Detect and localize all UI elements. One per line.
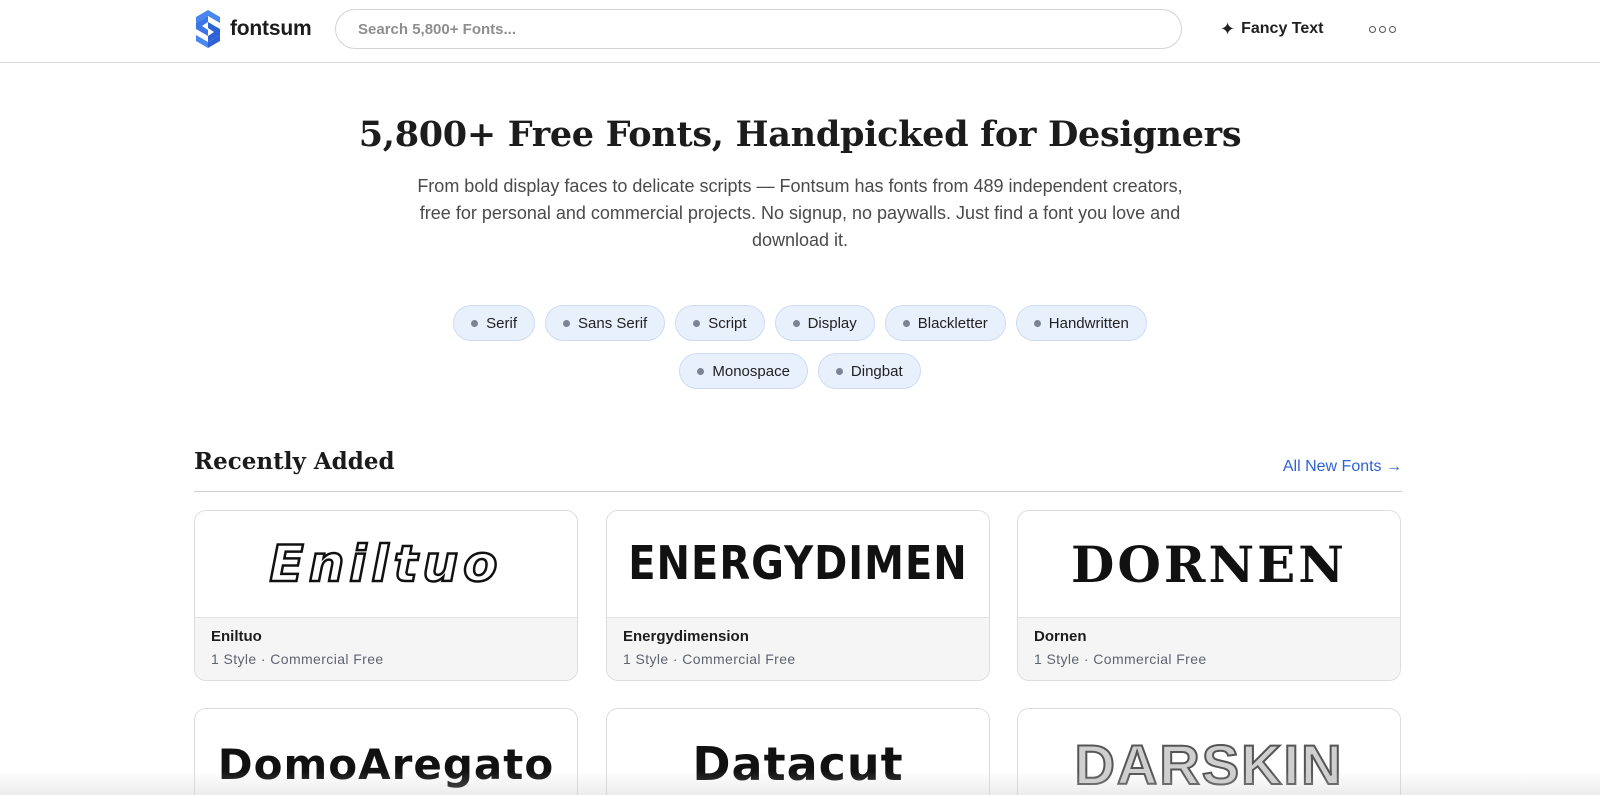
font-preview: Datacut	[607, 709, 989, 795]
more-dots-icon	[1368, 25, 1376, 33]
font-name: Dornen	[1034, 628, 1087, 645]
dot-icon	[835, 367, 843, 375]
font-preview: DARSKIN	[1018, 709, 1400, 795]
font-preview: DomoAregato	[195, 709, 577, 795]
category-pills: Serif Sans Serif Script Display Blacklet…	[420, 305, 1180, 389]
more-dots-icon	[1388, 25, 1396, 33]
dot-icon	[1033, 319, 1041, 327]
font-card-info: Energydimension 1 Style · Commercial Fre…	[607, 617, 989, 680]
font-meta: 1 Style · Commercial Free	[1034, 651, 1207, 667]
more-menu-button[interactable]	[1368, 18, 1396, 40]
dot-icon	[563, 319, 571, 327]
category-pill-label: Dingbat	[850, 362, 903, 380]
font-preview-text: DORNEN	[1071, 534, 1347, 594]
category-pill-serif[interactable]: Serif	[453, 305, 536, 341]
dot-icon	[792, 319, 800, 327]
category-pill-monospace[interactable]: Monospace	[679, 353, 808, 389]
section-divider	[194, 491, 1402, 492]
font-preview-text: ENERGYDIMEN	[628, 537, 968, 591]
category-pill-label: Handwritten	[1048, 314, 1129, 332]
fontsum-logo[interactable]: fontsum	[194, 9, 312, 49]
font-card-dornen[interactable]: DORNEN Dornen 1 Style · Commercial Free	[1017, 510, 1401, 681]
category-pill-dingbat[interactable]: Dingbat	[817, 353, 921, 389]
category-pill-label: Monospace	[712, 362, 790, 380]
font-card-info: Eniltuo 1 Style · Commercial Free	[195, 617, 577, 680]
fancy-text-button[interactable]: ✦ Fancy Text	[1220, 16, 1324, 42]
font-preview-text: Eniltuo	[268, 534, 503, 595]
recently-added-title: Recently Added	[194, 448, 395, 475]
font-card-energydimension[interactable]: ENERGYDIMEN Energydimension 1 Style · Co…	[606, 510, 990, 681]
logo-text: fontsum	[230, 17, 312, 40]
logo-icon	[196, 10, 220, 48]
more-dots-icon	[1378, 25, 1386, 33]
category-pill-blackletter[interactable]: Blackletter	[884, 305, 1006, 341]
dot-icon	[471, 319, 479, 327]
category-pill-label: Script	[708, 314, 747, 332]
font-preview-text: DomoAregato	[217, 739, 555, 789]
font-meta: 1 Style · Commercial Free	[623, 651, 796, 667]
font-card-info: Dornen 1 Style · Commercial Free	[1018, 617, 1400, 680]
font-name: Eniltuo	[211, 628, 262, 645]
font-preview: DORNEN	[1018, 511, 1400, 617]
category-pill-handwritten[interactable]: Handwritten	[1015, 305, 1147, 341]
font-card-datacut[interactable]: Datacut	[606, 708, 990, 795]
font-meta: 1 Style · Commercial Free	[211, 651, 384, 667]
category-pill-sans-serif[interactable]: Sans Serif	[545, 305, 666, 341]
font-preview-text: Datacut	[692, 737, 904, 791]
dot-icon	[697, 367, 705, 375]
hero-title: 5,800+ Free Fonts, Handpicked for Design…	[358, 114, 1242, 155]
category-pill-label: Sans Serif	[578, 314, 648, 332]
font-preview: ENERGYDIMEN	[607, 511, 989, 617]
category-pill-label: Display	[807, 314, 857, 332]
font-card-domoaregato[interactable]: DomoAregato	[194, 708, 578, 795]
dot-icon	[902, 319, 910, 327]
all-new-fonts-link[interactable]: All New Fonts →	[1283, 458, 1402, 476]
hero-subtitle: From bold display faces to delicate scri…	[417, 176, 1183, 250]
dot-icon	[693, 319, 701, 327]
top-header: fontsum ✦ Fancy Text	[0, 0, 1600, 63]
sparkle-icon: ✦	[1220, 18, 1236, 39]
category-pill-display[interactable]: Display	[774, 305, 875, 341]
fancy-text-label: Fancy Text	[1241, 20, 1324, 37]
search-box	[335, 9, 1182, 49]
search-input[interactable]	[336, 10, 1181, 48]
font-preview-text: DARSKIN	[1073, 732, 1344, 795]
category-pill-label: Blackletter	[917, 314, 988, 332]
font-name: Energydimension	[623, 628, 749, 645]
category-pill-script[interactable]: Script	[675, 305, 765, 341]
category-pill-label: Serif	[486, 314, 518, 332]
font-card-darskin[interactable]: DARSKIN	[1017, 708, 1401, 795]
font-card-eniltuo[interactable]: Eniltuo Eniltuo 1 Style · Commercial Fre…	[194, 510, 578, 681]
font-preview: Eniltuo	[195, 511, 577, 617]
